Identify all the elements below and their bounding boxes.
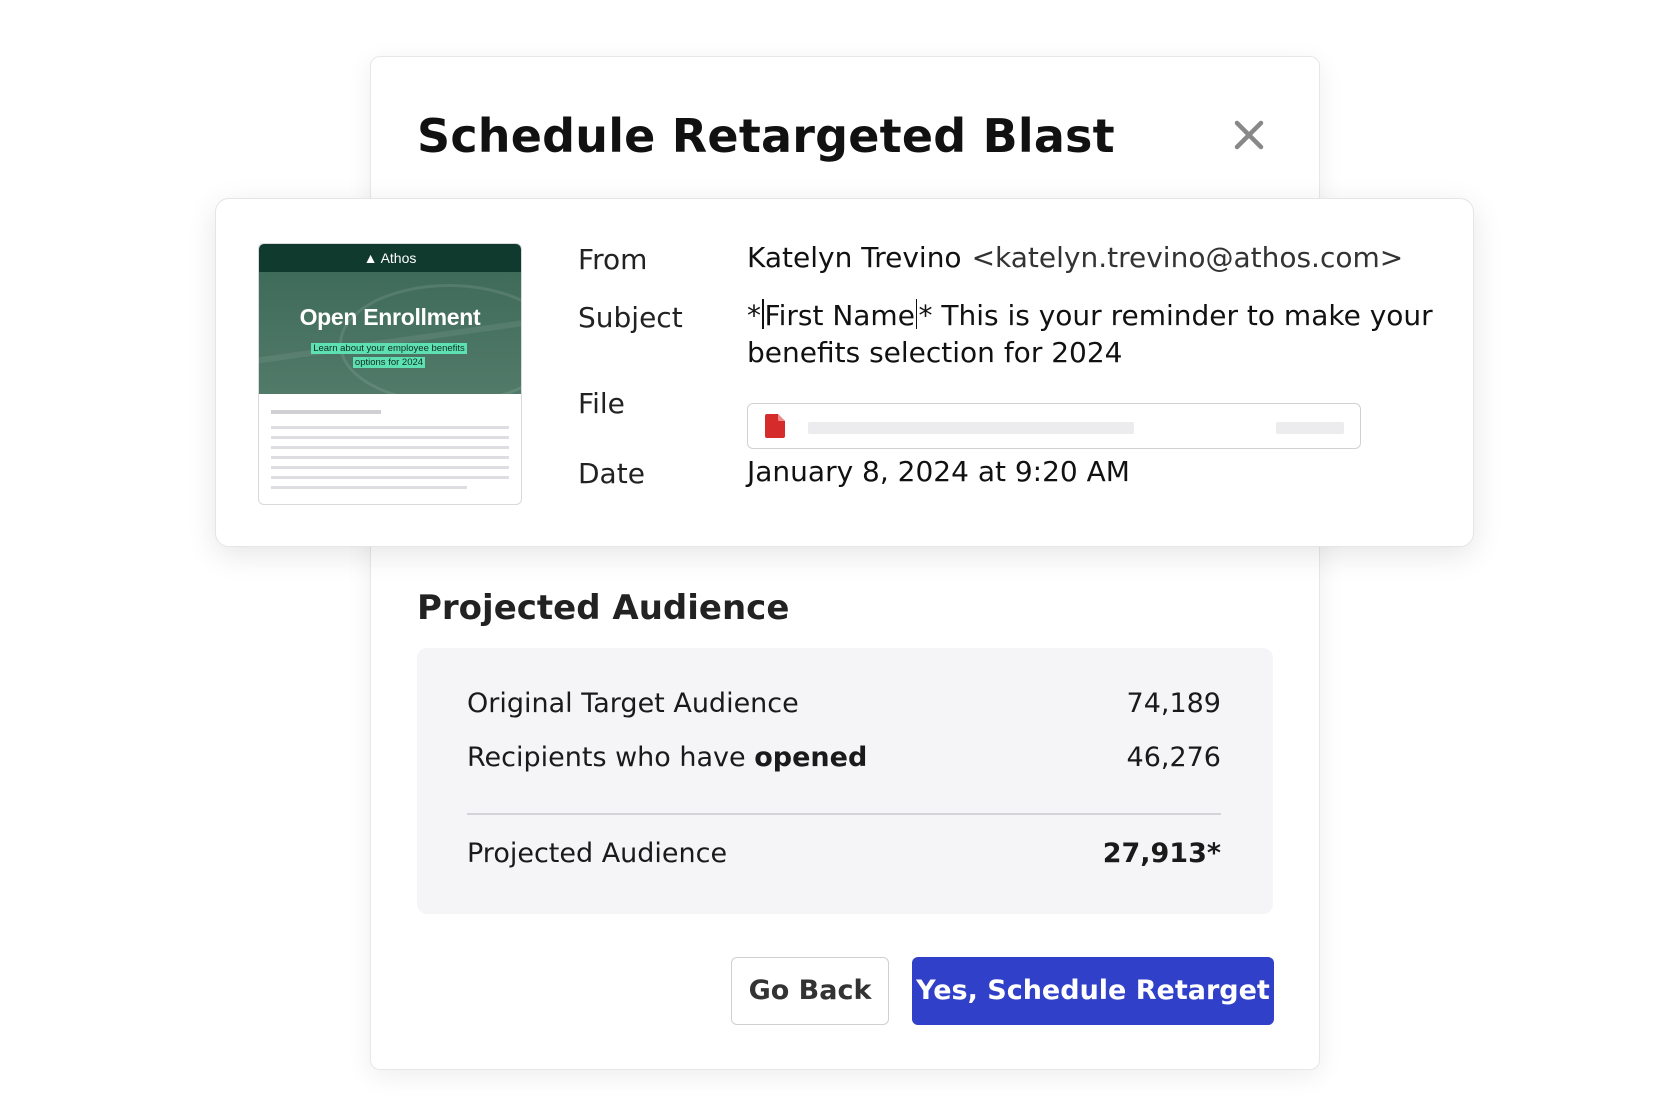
projected-audience-heading: Projected Audience	[417, 588, 790, 628]
pdf-file-icon	[765, 414, 785, 438]
opened-recipients-label: Recipients who have opened	[467, 742, 867, 773]
from-email: <katelyn.trevino@athos.com>	[971, 241, 1404, 274]
thumbnail-brand-name: Athos	[380, 250, 417, 266]
original-target-label: Original Target Audience	[467, 688, 799, 719]
subject-label: Subject	[578, 301, 683, 334]
opened-recipients-row: Recipients who have opened 46,276	[467, 742, 1221, 773]
date-label: Date	[578, 457, 645, 490]
thumbnail-tagline-line1: Learn about your employee benefits	[311, 343, 467, 354]
email-preview-thumbnail[interactable]: ▲ Athos Open Enrollment Learn about your…	[258, 243, 522, 505]
projected-total-value: 27,913*	[1102, 838, 1221, 869]
merge-tag-close: *	[918, 299, 933, 332]
thumbnail-header: ▲ Athos Open Enrollment Learn about your…	[259, 244, 521, 394]
schedule-retarget-button[interactable]: Yes, Schedule Retarget	[912, 957, 1274, 1025]
audience-divider	[467, 813, 1221, 815]
file-size-placeholder	[1276, 422, 1344, 434]
thumbnail-headline: Open Enrollment	[299, 304, 481, 330]
close-icon[interactable]	[1229, 115, 1269, 155]
file-label: File	[578, 387, 625, 420]
opened-recipients-value: 46,276	[1126, 742, 1221, 773]
date-value: January 8, 2024 at 9:20 AM	[747, 455, 1130, 488]
from-value: Katelyn Trevino <katelyn.trevino@athos.co…	[747, 239, 1403, 276]
subject-text-line1: This is your reminder to make your	[932, 299, 1433, 332]
subject-value: * First Name * This is your reminder to ma…	[747, 297, 1437, 371]
audience-summary-panel: Original Target Audience 74,189 Recipien…	[417, 648, 1273, 914]
original-target-row: Original Target Audience 74,189	[467, 688, 1221, 719]
thumbnail-tagline-line2: options for 2024	[352, 357, 426, 368]
attached-file-field[interactable]	[747, 403, 1361, 449]
thumbnail-brand: ▲ Athos	[259, 250, 521, 266]
athos-logo-icon: ▲	[363, 250, 381, 266]
merge-tag-open: *	[747, 299, 761, 332]
original-target-value: 74,189	[1126, 688, 1221, 719]
from-name: Katelyn Trevino	[747, 241, 962, 274]
projected-total-row: Projected Audience 27,913*	[467, 838, 1221, 869]
page: Schedule Retargeted Blast Projected Audi…	[0, 0, 1680, 1120]
modal-title: Schedule Retargeted Blast	[417, 109, 1115, 163]
subject-text-line2: benefits selection for 2024	[747, 336, 1123, 369]
merge-tag-field: First Name	[764, 299, 915, 332]
go-back-button[interactable]: Go Back	[731, 957, 889, 1025]
file-name-placeholder	[808, 422, 1134, 434]
projected-total-label: Projected Audience	[467, 838, 728, 869]
thumbnail-tagline: Learn about your employee benefits optio…	[299, 342, 479, 370]
first-name-merge-tag[interactable]: * First Name *	[747, 299, 932, 332]
opened-label-prefix: Recipients who have	[467, 742, 755, 773]
opened-label-bold: opened	[754, 742, 868, 773]
email-details-card: ▲ Athos Open Enrollment Learn about your…	[215, 198, 1474, 547]
thumbnail-body-placeholder	[259, 394, 521, 489]
from-label: From	[578, 243, 648, 276]
